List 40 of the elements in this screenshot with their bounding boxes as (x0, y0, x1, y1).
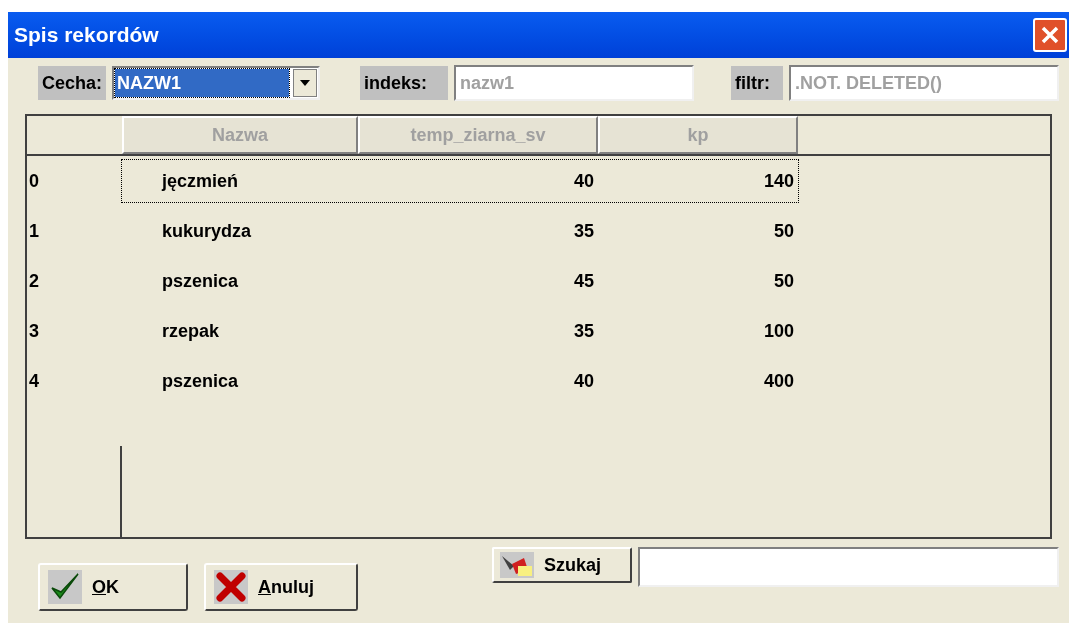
ok-button[interactable]: OK (38, 563, 188, 611)
checkmark-icon (48, 570, 82, 604)
table-row[interactable]: rzepak 35 100 (122, 310, 798, 352)
table-cell-text: 50 (772, 269, 795, 293)
row-number: 3 (28, 319, 40, 343)
table-row[interactable]: jęczmień 40 140 (122, 160, 798, 202)
table-row[interactable]: pszenica 40 400 (122, 360, 798, 402)
table-cell-text: 140 (762, 169, 795, 193)
window-title: Spis rekordów (14, 22, 159, 49)
table-cell-text: pszenica (161, 269, 240, 293)
feature-label: Cecha: (38, 66, 107, 100)
row-number: 2 (28, 269, 40, 293)
row-number: 1 (28, 219, 40, 243)
table-row[interactable]: pszenica 45 50 (122, 260, 798, 302)
search-button[interactable]: Szukaj (492, 547, 632, 583)
close-icon (1040, 25, 1060, 45)
table-cell-text: jęczmień (160, 169, 240, 193)
index-label: indeks: (360, 66, 449, 100)
table-cell-text: 50 (772, 219, 795, 243)
close-button[interactable] (1033, 18, 1067, 52)
table-cell-text: 100 (762, 319, 795, 343)
feature-dropdown[interactable]: NAZW1 (112, 66, 321, 100)
row-number: 0 (28, 169, 40, 193)
table-cell-text: 40 (572, 169, 595, 193)
table-cell-text: 45 (572, 269, 595, 293)
table-cell-text: 40 (572, 369, 595, 393)
flashlight-icon (500, 552, 534, 578)
table-cell-text: 35 (572, 219, 595, 243)
filter-label: filtr: (731, 66, 783, 100)
table-cell-text: rzepak (161, 319, 221, 343)
table-cell-text: pszenica (161, 369, 240, 393)
row-number: 4 (28, 369, 40, 393)
table-cell-text: 400 (762, 369, 795, 393)
table-cell-text: 35 (572, 319, 595, 343)
table-row[interactable]: kukurydza 35 50 (122, 210, 798, 252)
table-cell-text: kukurydza (161, 219, 253, 243)
search-field[interactable] (638, 547, 1059, 587)
cross-icon (214, 570, 248, 604)
cancel-button[interactable]: Anuluj (204, 563, 358, 611)
dropdown-value: NAZW1 (115, 69, 290, 97)
